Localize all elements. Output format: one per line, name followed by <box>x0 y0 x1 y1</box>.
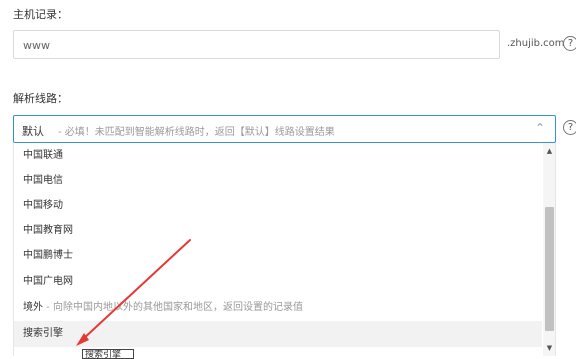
host-record-input[interactable]: www <box>13 30 500 59</box>
route-option-search-engine[interactable]: 搜索引擎 <box>14 321 542 347</box>
route-option[interactable]: 中国鹏博士 <box>14 243 542 269</box>
route-option[interactable]: 中国广电网 <box>14 269 542 295</box>
scroll-thumb[interactable] <box>545 207 554 331</box>
route-option[interactable]: 中国移动 <box>14 193 542 219</box>
chevron-up-icon[interactable]: ⌃ <box>535 121 545 135</box>
help-icon[interactable]: ? <box>563 120 576 135</box>
host-record-value: www <box>23 39 50 52</box>
route-select-hint: - 必填！未匹配到智能解析线路时，返回【默认】线路设置结果 <box>58 127 335 138</box>
help-icon[interactable]: ? <box>563 36 576 51</box>
route-option[interactable]: 境外 - 向除中国内地以外的其他国家和地区，返回设置的记录值 <box>14 295 542 321</box>
route-option[interactable]: 中国联通 <box>14 143 542 169</box>
host-record-label: 主机记录： <box>13 8 68 21</box>
scroll-down-icon[interactable]: ▼ <box>543 342 555 354</box>
route-option[interactable]: 中国教育网 <box>14 218 542 244</box>
route-label: 解析线路： <box>13 92 68 105</box>
route-dropdown: 中国联通 中国电信 中国移动 中国教育网 中国鹏博士 中国广电网 境外 - 向除… <box>13 143 556 356</box>
route-selected-value: 默认 <box>22 125 44 138</box>
domain-suffix: .zhujib.com <box>507 38 565 49</box>
route-option[interactable]: 中国电信 <box>14 168 542 194</box>
scroll-up-icon[interactable]: ▲ <box>543 145 555 157</box>
route-select[interactable]: 默认 - 必填！未匹配到智能解析线路时，返回【默认】线路设置结果 ⌃ <box>13 115 556 143</box>
option-tooltip: 搜索引擎 <box>82 349 134 359</box>
